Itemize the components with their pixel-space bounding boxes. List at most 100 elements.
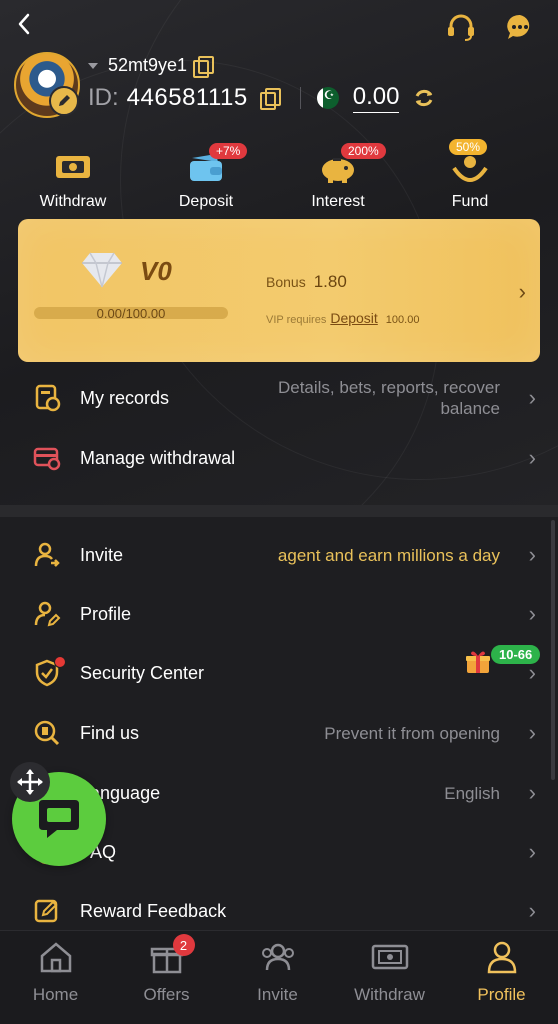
menu-item-find-us[interactable]: Find us Prevent it from opening › xyxy=(0,705,558,761)
divider xyxy=(299,87,301,109)
nav-offers[interactable]: 2 Offers xyxy=(111,931,222,1024)
username-row: 52mt9ye1 xyxy=(88,55,215,78)
chat-bubble-icon xyxy=(39,800,79,838)
chevron-left-icon xyxy=(18,13,30,35)
menu-label: Find us xyxy=(80,722,140,743)
profile-header: 52mt9ye1 ID: 446581115 0.00 Withdraw xyxy=(0,0,558,505)
menu-label: My records xyxy=(80,387,170,408)
ticket-icon xyxy=(370,939,410,975)
menu-item-manage-withdrawal[interactable]: Manage withdrawal › xyxy=(0,430,558,486)
chevron-right-icon: › xyxy=(528,542,536,567)
back-button[interactable] xyxy=(12,10,36,38)
chevron-right-icon: › xyxy=(528,385,536,410)
bonus-row: Bonus 1.80 xyxy=(266,272,347,292)
reward-badge-text: 10-66 xyxy=(491,645,541,664)
notification-dot xyxy=(54,656,66,668)
nav-withdraw[interactable]: Withdraw xyxy=(334,931,445,1024)
diamond-icon xyxy=(82,252,122,288)
user-id-row: ID: 446581115 0.00 xyxy=(88,83,435,113)
nav-home[interactable]: Home xyxy=(0,931,111,1024)
menu-description: agent and earn millions a day xyxy=(277,545,500,565)
search-building-icon xyxy=(32,718,62,748)
nav-profile[interactable]: Profile xyxy=(446,931,557,1024)
quick-action-withdraw[interactable]: Withdraw xyxy=(13,145,133,211)
shield-check-icon xyxy=(32,656,66,688)
quick-action-label: Interest xyxy=(311,193,365,210)
chevron-right-icon: › xyxy=(528,780,536,805)
menu-label: Profile xyxy=(80,603,132,624)
offers-badge: 2 xyxy=(172,934,195,956)
move-arrows-icon xyxy=(17,769,43,795)
menu-item-my-records[interactable]: My records Details, bets, reports, recov… xyxy=(0,370,558,426)
security-reward-badge[interactable]: 10-66 xyxy=(463,645,543,681)
username: 52mt9ye1 xyxy=(108,55,188,75)
id-value: 446581115 xyxy=(126,84,248,111)
copy-icon[interactable] xyxy=(193,55,215,78)
nav-label: Withdraw xyxy=(354,985,425,1004)
menu-label: Invite xyxy=(80,544,124,565)
deposit-badge: +7% xyxy=(209,143,248,159)
refresh-icon[interactable] xyxy=(413,87,435,109)
menu-description: Prevent it from opening xyxy=(324,723,500,743)
group-users-icon xyxy=(258,939,298,975)
nav-invite[interactable]: Invite xyxy=(222,931,333,1024)
vip-card[interactable]: V0 0.00/100.00 Bonus 1.80 VIP requires D… xyxy=(18,219,540,362)
gift-icon xyxy=(466,651,490,673)
vip-requires-label: VIP requires xyxy=(266,314,327,326)
bonus-value: 1.80 xyxy=(313,272,347,291)
menu-description: English xyxy=(444,783,500,803)
section-divider xyxy=(0,505,558,517)
nav-label: Home xyxy=(32,985,79,1004)
hands-coin-icon: 50% xyxy=(445,139,495,189)
messages-button[interactable] xyxy=(503,10,537,44)
records-icon xyxy=(32,383,62,413)
scrollbar[interactable] xyxy=(551,520,555,780)
vip-progress-text: 0.00/100.00 xyxy=(96,306,166,321)
edit-note-icon xyxy=(32,896,62,926)
bonus-label: Bonus xyxy=(266,274,306,290)
chevron-right-icon: › xyxy=(528,839,536,864)
headset-icon xyxy=(448,14,474,41)
home-icon xyxy=(36,939,76,975)
menu-label: Manage withdrawal xyxy=(80,447,236,468)
caret-down-icon[interactable] xyxy=(88,62,98,69)
bottom-navigation: Home 2 Offers Invite Withdraw Profile xyxy=(0,930,558,1024)
menu-label: Security Center xyxy=(80,662,205,683)
quick-action-label: Withdraw xyxy=(39,193,107,210)
requirement-amount: 100.00 xyxy=(385,314,420,326)
fund-badge: 50% xyxy=(449,139,488,155)
chevron-right-icon: › xyxy=(528,898,536,923)
piggy-bank-icon: 200% xyxy=(313,143,386,189)
chevron-right-icon: › xyxy=(528,445,536,470)
drag-move-handle[interactable] xyxy=(10,762,50,802)
ticket-icon xyxy=(48,145,98,189)
customer-support-button[interactable] xyxy=(444,10,478,44)
nav-label: Invite xyxy=(257,985,298,1004)
quick-action-label: Deposit xyxy=(178,193,234,210)
copy-icon[interactable] xyxy=(259,88,281,110)
card-settings-icon xyxy=(32,443,62,473)
pencil-icon xyxy=(59,95,70,106)
gift-icon: 2 xyxy=(147,934,195,975)
menu-label: Reward Feedback xyxy=(80,900,227,921)
quick-action-interest[interactable]: 200% Interest xyxy=(278,143,398,211)
menu-item-profile[interactable]: Profile › xyxy=(0,586,558,642)
pakistan-flag-icon xyxy=(316,87,339,109)
menu-item-invite[interactable]: Invite agent and earn millions a day › xyxy=(0,527,558,583)
vip-requirement: VIP requires Deposit 100.00 xyxy=(266,310,419,326)
interest-badge: 200% xyxy=(341,143,386,159)
chevron-right-icon: › xyxy=(528,720,536,745)
quick-action-label: Fund xyxy=(451,193,489,210)
balance-value: 0.00 xyxy=(352,83,400,113)
quick-action-deposit[interactable]: +7% Deposit xyxy=(146,143,266,211)
menu-description: Details, bets, reports, recover balance xyxy=(277,378,500,418)
user-icon xyxy=(482,939,522,975)
invite-user-icon xyxy=(32,540,62,570)
id-label: ID: xyxy=(88,84,119,111)
user-edit-icon xyxy=(32,599,62,629)
deposit-link[interactable]: Deposit xyxy=(330,310,377,326)
chevron-right-icon: › xyxy=(528,601,536,626)
vip-level: V0 xyxy=(140,256,172,286)
quick-action-fund[interactable]: 50% Fund xyxy=(410,139,530,211)
edit-avatar-button[interactable] xyxy=(49,86,79,116)
